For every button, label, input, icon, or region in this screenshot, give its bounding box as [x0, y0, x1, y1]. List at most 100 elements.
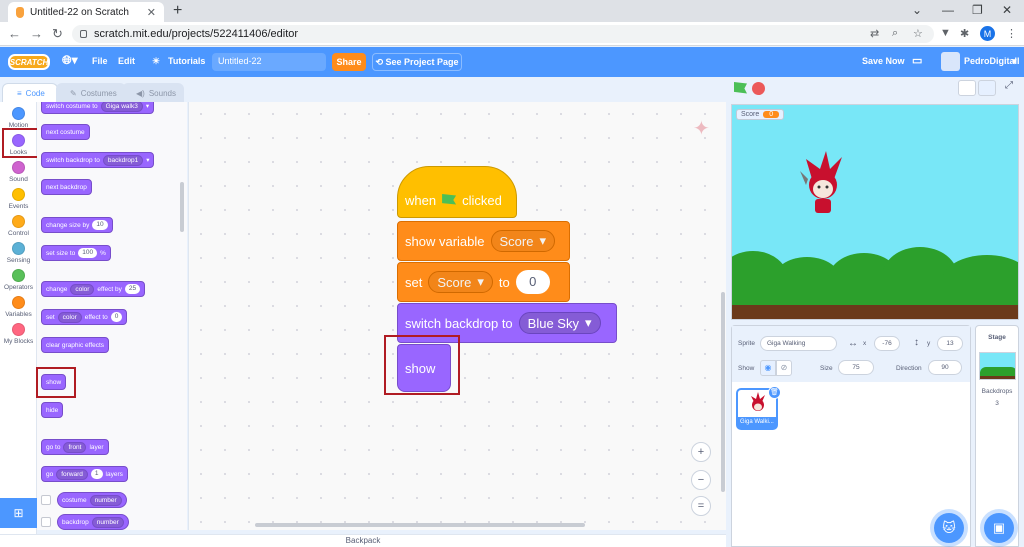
variable-dropdown[interactable]: Score ▾: [428, 271, 493, 293]
next-backdrop-block[interactable]: next backdrop: [41, 179, 92, 195]
zoom-out-button[interactable]: −: [691, 470, 711, 490]
go-to-layer-block[interactable]: go to front layer: [41, 439, 109, 455]
reload-icon[interactable]: ↻: [52, 26, 63, 42]
effect-dropdown[interactable]: color: [70, 283, 95, 295]
size-input[interactable]: 75: [838, 360, 874, 375]
switch-costume-block[interactable]: switch costume to Giga walk3 ▾: [41, 102, 155, 114]
tab-code[interactable]: ≡ Code: [2, 83, 58, 103]
choose-backdrop-button[interactable]: ▣: [984, 513, 1014, 543]
zoom-in-button[interactable]: +: [691, 442, 711, 462]
forward-backward-dropdown[interactable]: forward: [56, 468, 88, 480]
translate-icon[interactable]: ⇄: [870, 27, 879, 40]
category-motion[interactable]: Motion: [0, 107, 37, 129]
costume-monitor-checkbox[interactable]: [41, 495, 51, 505]
minimize-icon[interactable]: —: [942, 3, 954, 17]
set-size-block[interactable]: set size to 100%: [41, 245, 111, 261]
set-size-input[interactable]: 100: [78, 248, 98, 258]
file-menu[interactable]: File: [92, 56, 108, 66]
stop-button[interactable]: [752, 82, 765, 95]
change-size-block[interactable]: change size by 10: [41, 217, 113, 233]
next-costume-block[interactable]: next costume: [41, 124, 90, 140]
close-tab-icon[interactable]: ✕: [147, 6, 156, 19]
scratch-logo[interactable]: SCRATCH: [8, 54, 50, 70]
choose-sprite-button[interactable]: 🐱︎: [934, 513, 964, 543]
show-hidden-button[interactable]: ⊘: [776, 360, 792, 376]
show-variable-block[interactable]: show variable Score ▾: [397, 221, 570, 261]
add-extension-button[interactable]: ⊞: [0, 498, 37, 528]
zoom-reset-button[interactable]: =: [691, 496, 711, 516]
my-stuff-folder-icon[interactable]: ▭: [912, 54, 922, 67]
score-monitor[interactable]: Score 0: [736, 109, 785, 120]
code-area[interactable]: ✦ when clicked show variable Score ▾ set …: [188, 102, 726, 530]
user-avatar[interactable]: [941, 52, 960, 71]
edit-menu[interactable]: Edit: [118, 56, 135, 66]
category-events[interactable]: Events: [0, 188, 37, 210]
user-menu-caret-icon[interactable]: ▾: [1012, 56, 1017, 67]
set-effect-input[interactable]: 0: [110, 312, 123, 322]
large-stage-button[interactable]: [978, 80, 996, 96]
category-sensing[interactable]: Sensing: [0, 242, 37, 264]
code-horizontal-scrollbar[interactable]: [255, 523, 585, 527]
back-icon[interactable]: ←: [8, 26, 21, 41]
window-close-icon[interactable]: ✕: [1002, 3, 1012, 17]
backpack-header[interactable]: Backpack: [0, 534, 726, 547]
backdrop-monitor-checkbox[interactable]: [41, 517, 51, 527]
tab-costumes[interactable]: ✎ Costumes: [56, 83, 126, 103]
set-variable-block[interactable]: set Score ▾ to 0: [397, 262, 570, 302]
share-button[interactable]: Share: [332, 53, 366, 71]
backdrop-dropdown[interactable]: backdrop1: [102, 154, 144, 166]
costume-dropdown[interactable]: Giga walk3: [100, 102, 143, 112]
tutorials-menu[interactable]: Tutorials: [168, 56, 205, 66]
costume-reporter-block[interactable]: costume number: [57, 492, 127, 508]
tab-sounds[interactable]: ◀) Sounds: [122, 83, 184, 103]
see-project-page-button[interactable]: ⟲ See Project Page: [372, 53, 462, 71]
bookmark-star-icon[interactable]: ☆: [913, 27, 923, 40]
change-effect-input[interactable]: 25: [124, 284, 141, 294]
hide-block[interactable]: hide: [41, 402, 64, 418]
project-title-input[interactable]: Untitled-22: [212, 53, 326, 71]
palette-scrollbar[interactable]: [180, 182, 184, 232]
browser-tab[interactable]: Untitled-22 on Scratch ✕: [8, 2, 164, 22]
change-effect-block[interactable]: change color effect by 25: [41, 281, 146, 297]
sprite-name-input[interactable]: Giga Walking: [760, 336, 837, 351]
clear-graphic-effects-block[interactable]: clear graphic effects: [41, 337, 110, 353]
language-globe-icon[interactable]: 🌐︎▾: [62, 53, 78, 68]
fullscreen-icon[interactable]: ⤢: [1000, 80, 1018, 96]
switch-backdrop-block[interactable]: switch backdrop to backdrop1 ▾: [41, 152, 155, 168]
stage-thumbnail[interactable]: [979, 352, 1016, 380]
y-input[interactable]: 13: [937, 336, 963, 351]
effect-dropdown[interactable]: color: [57, 311, 82, 323]
layers-input[interactable]: 1: [90, 469, 103, 479]
category-control[interactable]: Control: [0, 215, 37, 237]
forward-icon[interactable]: →: [30, 26, 43, 41]
go-layers-block[interactable]: go forward 1 layers: [41, 466, 128, 482]
number-name-dropdown[interactable]: number: [91, 516, 124, 528]
x-input[interactable]: -76: [874, 336, 900, 351]
new-tab-icon[interactable]: +: [173, 2, 182, 20]
extensions-puzzle-icon[interactable]: ✱: [960, 27, 969, 40]
stage-canvas[interactable]: Score 0: [731, 104, 1019, 320]
category-my-blocks[interactable]: My Blocks: [0, 323, 37, 345]
maximize-icon[interactable]: ❐: [972, 3, 983, 17]
set-effect-block[interactable]: set color effect to 0: [41, 309, 128, 325]
when-flag-clicked-block[interactable]: when clicked: [397, 166, 517, 218]
set-value-input[interactable]: 0: [515, 270, 550, 294]
delete-sprite-icon[interactable]: 🗑︎: [768, 386, 781, 399]
direction-input[interactable]: 90: [928, 360, 962, 375]
extension-icon[interactable]: ▼: [940, 27, 951, 39]
show-visible-button[interactable]: ◉: [760, 360, 776, 376]
green-flag-button[interactable]: [734, 82, 747, 94]
small-stage-button[interactable]: [958, 80, 976, 96]
change-size-input[interactable]: 10: [92, 220, 108, 230]
backdrop-reporter-block[interactable]: backdrop number: [57, 514, 129, 530]
number-name-dropdown[interactable]: number: [89, 494, 122, 506]
save-now-button[interactable]: Save Now: [862, 56, 905, 66]
address-bar[interactable]: scratch.mit.edu/projects/522411406/edito…: [72, 25, 934, 43]
backdrop-dropdown[interactable]: Blue Sky ▾: [518, 312, 601, 334]
variable-dropdown[interactable]: Score ▾: [490, 230, 555, 252]
code-vertical-scrollbar[interactable]: [721, 292, 725, 492]
giga-sprite[interactable]: [796, 149, 850, 219]
zoom-icon[interactable]: ⌕: [892, 27, 898, 40]
browser-menu-icon[interactable]: ⋮: [1006, 27, 1017, 40]
browser-profile-avatar[interactable]: M: [980, 26, 995, 41]
